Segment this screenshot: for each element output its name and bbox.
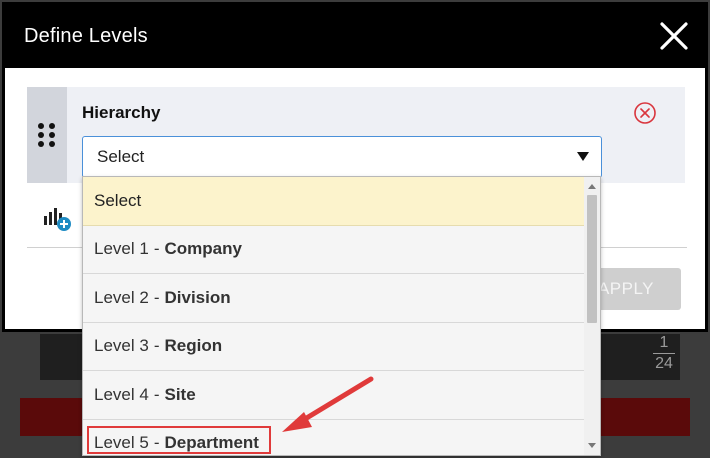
option-level-label: Level 4 xyxy=(94,384,149,404)
scroll-down-icon[interactable] xyxy=(588,443,596,448)
background-counter: 1 24 xyxy=(652,334,676,374)
modal-header: Define Levels xyxy=(5,5,705,68)
scrollbar-thumb[interactable] xyxy=(587,195,597,323)
annotation-arrow-icon xyxy=(282,376,374,432)
counter-denominator: 24 xyxy=(655,355,673,372)
select-value: Select xyxy=(97,147,145,166)
close-icon[interactable] xyxy=(659,21,689,51)
option-level-label: Select xyxy=(94,190,142,210)
option-separator: - xyxy=(153,384,160,404)
level-row: Hierarchy Select xyxy=(27,87,685,183)
dropdown-option[interactable]: Level 2- Division xyxy=(83,274,586,323)
option-level-name: Site xyxy=(164,384,196,404)
drag-handle-icon[interactable] xyxy=(27,87,67,183)
option-level-name: Division xyxy=(164,287,231,307)
dropdown-scrollbar[interactable] xyxy=(584,177,600,455)
annotation-highlight-box xyxy=(87,426,271,454)
hierarchy-label: Hierarchy xyxy=(82,103,161,122)
option-separator: - xyxy=(153,336,160,356)
counter-numerator: 1 xyxy=(659,334,669,351)
dropdown-option[interactable]: Level 3- Region xyxy=(83,322,586,371)
dropdown-option[interactable]: Select xyxy=(83,177,586,226)
hierarchy-select[interactable]: Select xyxy=(82,136,602,178)
option-level-label: Level 2 xyxy=(94,287,149,307)
caret-down-icon xyxy=(577,152,589,161)
option-level-label: Level 3 xyxy=(94,336,149,356)
remove-circle-icon[interactable] xyxy=(633,101,657,125)
option-separator: - xyxy=(153,239,160,259)
scroll-up-icon[interactable] xyxy=(588,184,596,189)
option-level-name: Company xyxy=(164,239,242,259)
counter-divider xyxy=(653,353,675,354)
option-level-name: Region xyxy=(164,336,223,356)
option-level-label: Level 1 xyxy=(94,239,149,259)
dropdown-option[interactable]: Level 1- Company xyxy=(83,225,586,274)
add-level-icon[interactable] xyxy=(43,205,73,233)
modal-title: Define Levels xyxy=(24,25,148,47)
option-separator: - xyxy=(153,287,160,307)
